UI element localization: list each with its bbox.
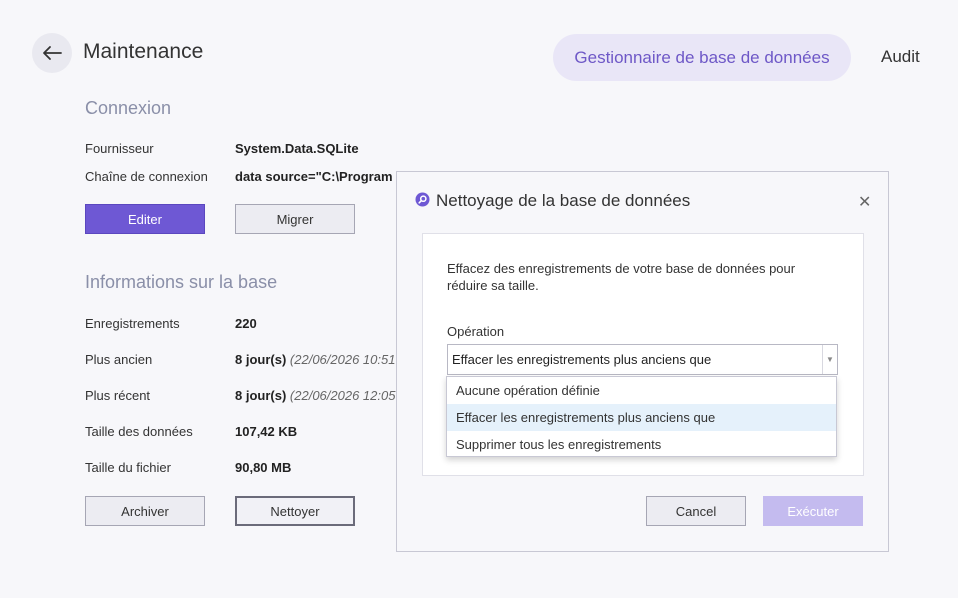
records-value: 220 <box>235 316 257 331</box>
data-size-value: 107,42 KB <box>235 424 298 439</box>
records-label: Enregistrements <box>85 316 180 331</box>
migrate-button[interactable]: Migrer <box>235 204 355 234</box>
newest-date: (22/06/2026 12:05 <box>289 388 396 403</box>
newest-label: Plus récent <box>85 388 151 403</box>
provider-label: Fournisseur <box>85 141 154 156</box>
database-search-icon <box>415 192 430 207</box>
cancel-button[interactable]: Cancel <box>646 496 746 526</box>
oldest-date: (22/06/2026 10:51 <box>289 352 396 367</box>
close-icon[interactable]: ✕ <box>858 192 871 212</box>
dbinfo-section-title: Informations sur la base <box>85 272 278 292</box>
edit-button[interactable]: Editer <box>85 204 205 234</box>
clean-button[interactable]: Nettoyer <box>235 496 355 526</box>
arrow-left-icon <box>43 46 62 60</box>
dropdown-option-none[interactable]: Aucune opération définie <box>447 377 836 404</box>
archive-button[interactable]: Archiver <box>85 496 205 526</box>
provider-value: System.Data.SQLite <box>235 141 359 156</box>
oldest-label: Plus ancien <box>85 352 153 367</box>
newest-value: 8 jour(s) (22/06/2026 12:05 <box>235 388 396 403</box>
tab-audit[interactable]: Audit <box>881 47 920 67</box>
connection-string-value: data source="C:\Program <box>235 169 393 184</box>
connection-string-label: Chaîne de connexion <box>85 169 208 184</box>
execute-button[interactable]: Exécuter <box>763 496 863 526</box>
dialog-description: Effacez des enregistrements de votre bas… <box>447 261 796 293</box>
back-button[interactable] <box>32 33 72 73</box>
chevron-down-icon[interactable]: ▼ <box>822 345 837 374</box>
dialog-title: Nettoyage de la base de données <box>436 191 691 210</box>
oldest-value: 8 jour(s) (22/06/2026 10:51 <box>235 352 396 367</box>
tab-database-manager[interactable]: Gestionnaire de base de données <box>553 34 851 81</box>
file-size-value: 90,80 MB <box>235 460 292 475</box>
connection-section-title: Connexion <box>85 98 172 118</box>
operation-dropdown-list: Aucune opération définie Effacer les enr… <box>446 376 837 457</box>
dropdown-option-delete-all[interactable]: Supprimer tous les enregistrements <box>447 431 836 458</box>
data-size-label: Taille des données <box>85 424 193 439</box>
maintenance-page: Maintenance Gestionnaire de base de donn… <box>0 0 958 598</box>
operation-label: Opération <box>447 324 505 339</box>
dropdown-option-older-than[interactable]: Effacer les enregistrements plus anciens… <box>447 404 836 431</box>
cleanup-dialog: Nettoyage de la base de données ✕ Efface… <box>396 171 889 552</box>
operation-select-value: Effacer les enregistrements plus anciens… <box>452 352 712 367</box>
page-title: Maintenance <box>83 40 204 63</box>
operation-select[interactable]: Effacer les enregistrements plus anciens… <box>447 344 838 375</box>
file-size-label: Taille du fichier <box>85 460 171 475</box>
